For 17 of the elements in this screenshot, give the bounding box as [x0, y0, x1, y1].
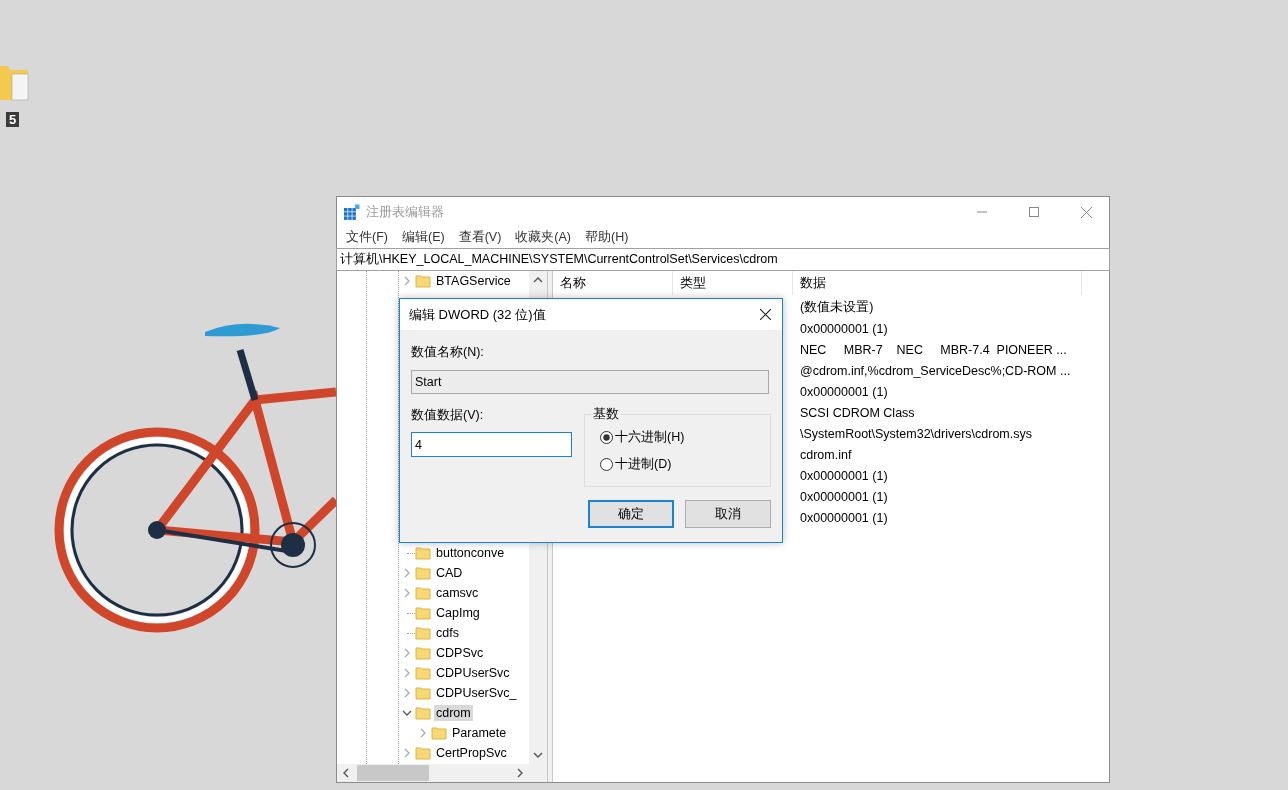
- group-label: 基数: [591, 406, 621, 423]
- data-cell-text: NEC MBR-7 NEC MBR-7.4 PIONEER ...: [799, 342, 1068, 357]
- data-cell-text: 0x00000001 (1): [799, 321, 889, 336]
- value-data-label: 数值数据(V):: [411, 407, 485, 424]
- desktop-icon-label: 5: [6, 112, 20, 127]
- data-cell-text: \SystemRoot\System32\drivers\cdrom.sys: [799, 426, 1033, 441]
- data-cell-text: cdrom.inf: [799, 447, 853, 462]
- window-title: 注册表编辑器: [366, 203, 445, 221]
- data-cell-text: @cdrom.inf,%cdrom_ServiceDesc%;CD-ROM ...: [799, 363, 1072, 378]
- data-cell-text: 0x00000001 (1): [799, 510, 889, 525]
- dialog-title: 编辑 DWORD (32 位)值: [409, 305, 547, 324]
- data-cell-text: (数值未设置): [799, 299, 875, 316]
- data-cell-text: SCSI CDROM Class: [799, 405, 916, 420]
- data-cell-text: 0x00000001 (1): [799, 489, 889, 504]
- data-cell-text: 0x00000001 (1): [799, 468, 889, 483]
- value-name-label: 数值名称(N):: [411, 344, 485, 361]
- data-cell-text: 0x00000001 (1): [799, 384, 889, 399]
